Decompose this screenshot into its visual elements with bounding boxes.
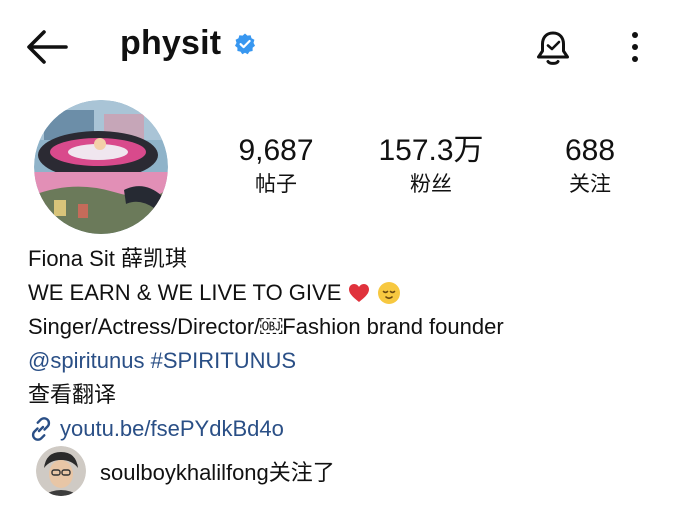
followers-count: 157.3万 — [378, 134, 484, 167]
notification-button[interactable] — [533, 28, 573, 68]
following-count: 688 — [564, 134, 616, 167]
profile-name: Fiona Sit 薛凯琪 — [28, 246, 187, 271]
followed-by-text: soulboykhalilfong关注了 — [100, 460, 335, 485]
followed-by-row[interactable]: soulboykhalilfong关注了 — [36, 446, 335, 496]
verified-badge-icon — [235, 33, 256, 54]
more-options-button[interactable] — [625, 30, 645, 64]
link-icon — [31, 417, 51, 441]
followers-stat[interactable]: 157.3万 粉丝 — [376, 133, 486, 199]
more-vertical-icon — [632, 32, 638, 62]
profile-bio: Fiona Sit 薛凯琪 WE EARN & WE LIVE TO GIVE … — [28, 242, 678, 446]
bio-description: Singer/Actress/Director/￼Fashion brand f… — [28, 314, 504, 339]
posts-stat[interactable]: 9,687 帖子 — [232, 133, 320, 199]
bio-url-link[interactable]: youtu.be/fsePYdkBd4o — [28, 412, 678, 446]
tagline-text: WE EARN & WE LIVE TO GIVE — [28, 280, 342, 305]
posts-count: 9,687 — [238, 134, 314, 167]
relieved-face-emoji — [378, 282, 401, 304]
username-title: physit — [120, 24, 222, 62]
bio-tagline: WE EARN & WE LIVE TO GIVE — [28, 276, 678, 310]
red-heart-emoji — [349, 284, 370, 302]
following-stat[interactable]: 688 关注 — [550, 133, 630, 199]
following-label: 关注 — [569, 173, 611, 196]
followers-label: 粉丝 — [410, 173, 452, 196]
top-bar: physit — [0, 0, 690, 96]
profile-header: physit — [120, 24, 257, 63]
posts-label: 帖子 — [255, 173, 297, 196]
profile-avatar[interactable] — [34, 100, 168, 234]
follower-avatar-image — [36, 446, 86, 496]
profile-avatar-image — [34, 100, 168, 234]
see-translation-link[interactable]: 查看翻译 — [28, 378, 678, 412]
bio-tags-link[interactable]: @spiritunus #SPIRITUNUS — [28, 344, 678, 378]
bio-url-text: youtu.be/fsePYdkBd4o — [60, 416, 284, 441]
bell-icon — [537, 31, 569, 65]
arrow-left-icon — [27, 30, 68, 64]
back-button[interactable] — [24, 28, 70, 66]
follower-avatar — [36, 446, 86, 496]
